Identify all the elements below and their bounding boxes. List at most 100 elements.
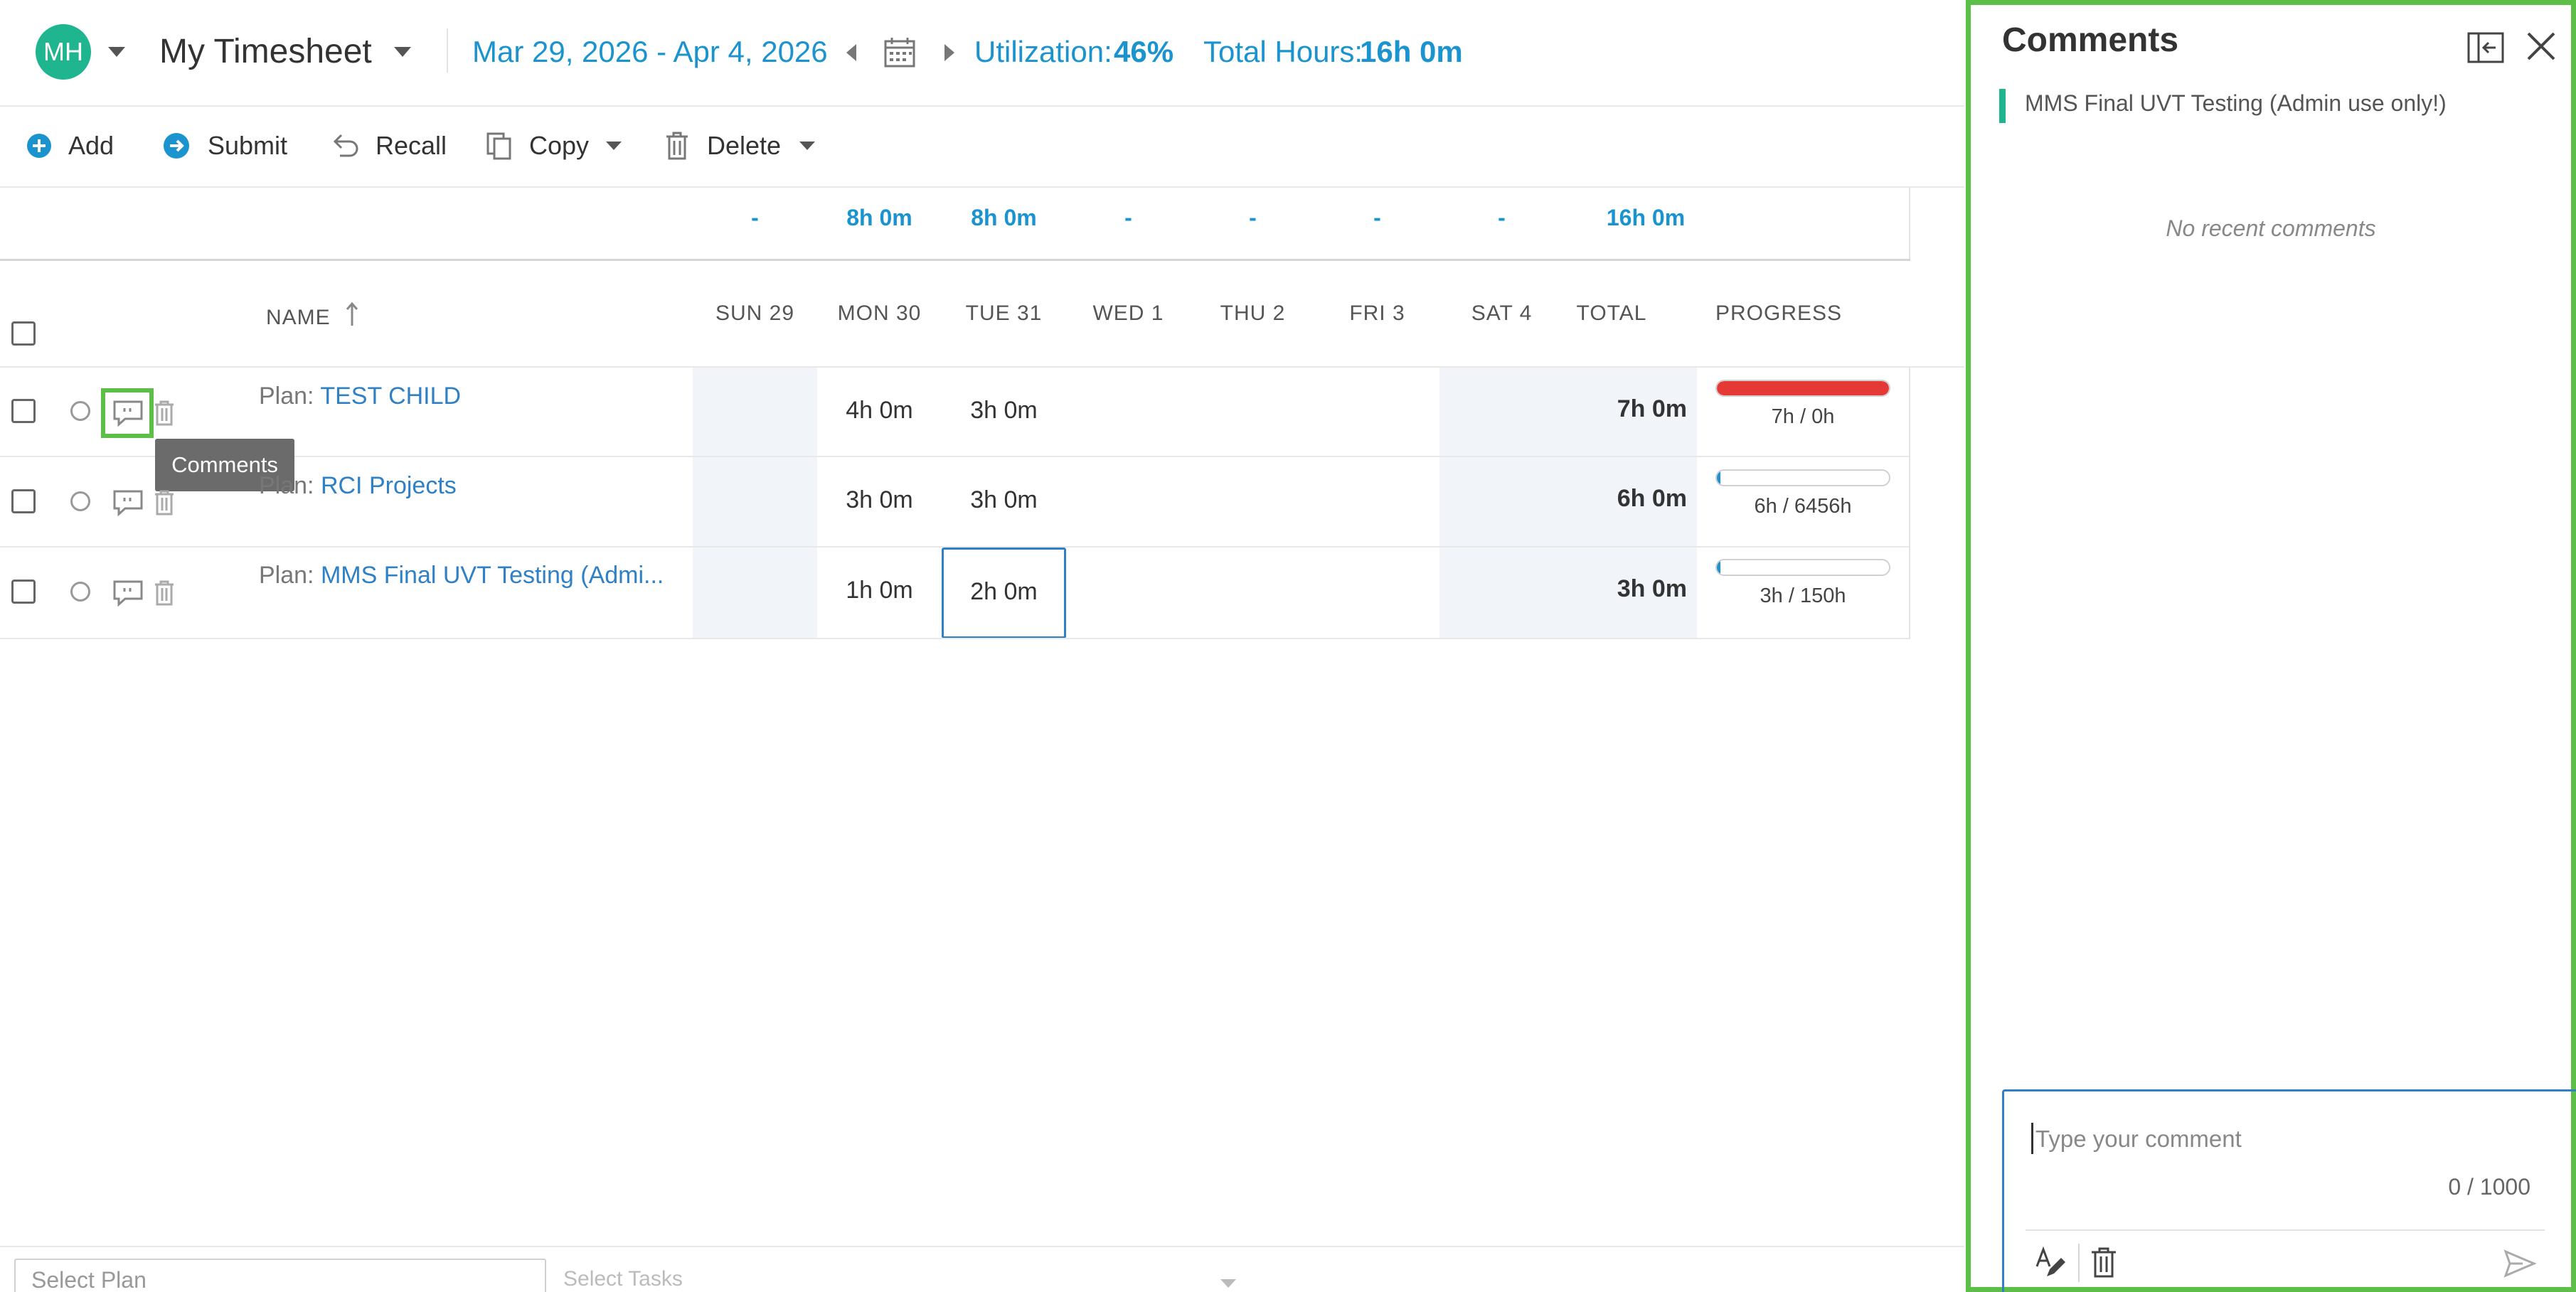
submit-button[interactable]: Submit xyxy=(162,128,287,164)
progress-fill xyxy=(1717,381,1889,395)
collapse-panel-icon[interactable] xyxy=(2467,32,2504,63)
trash-icon[interactable] xyxy=(154,580,175,607)
time-cell-mon[interactable]: 1h 0m xyxy=(817,577,942,604)
row-total: 6h 0m xyxy=(1617,485,1687,512)
comment-input[interactable]: Type your comment xyxy=(2035,1126,2242,1153)
add-button[interactable]: Add xyxy=(26,128,114,164)
delete-caret-icon xyxy=(799,142,816,150)
time-cell-tue[interactable]: 2h 0m xyxy=(942,578,1066,606)
row-total: 3h 0m xyxy=(1617,575,1687,602)
day-total-thu: - xyxy=(1249,205,1257,230)
trash-icon[interactable] xyxy=(154,400,175,427)
trash-icon xyxy=(666,132,688,160)
comments-panel: Comments MMS Final UVT Testing (Admin us… xyxy=(1966,0,2576,1292)
column-header-fri: FRI 3 xyxy=(1349,301,1405,325)
delete-button[interactable]: Delete xyxy=(664,128,816,164)
recall-button[interactable]: Recall xyxy=(331,128,447,164)
day-total-mon: 8h 0m xyxy=(846,205,912,230)
text-cursor xyxy=(2031,1123,2033,1154)
row-status-radio[interactable] xyxy=(70,491,90,511)
time-cell-tue[interactable]: 3h 0m xyxy=(942,397,1066,425)
arrow-circle-icon xyxy=(164,133,189,159)
add-label: Add xyxy=(68,131,115,160)
time-cell-tue[interactable]: 3h 0m xyxy=(942,486,1066,514)
submit-label: Submit xyxy=(208,131,288,160)
day-total-fri: - xyxy=(1373,205,1381,230)
progress-bar xyxy=(1715,469,1890,486)
column-header-name[interactable]: NAME xyxy=(266,301,358,330)
avatar-caret-icon[interactable] xyxy=(107,46,127,58)
avatar-initials: MH xyxy=(43,37,83,66)
header-divider xyxy=(447,28,448,73)
total-hours-label: Total Hours: xyxy=(1203,35,1363,68)
plan-link[interactable]: TEST CHILD xyxy=(320,383,461,410)
row-status-radio[interactable] xyxy=(70,582,90,602)
next-week-icon[interactable] xyxy=(943,43,956,63)
column-header-thu: THU 2 xyxy=(1220,301,1286,325)
text-format-icon[interactable] xyxy=(2034,1246,2067,1279)
previous-week-icon[interactable] xyxy=(845,43,858,63)
plus-circle-icon xyxy=(27,134,51,158)
close-icon[interactable] xyxy=(2526,31,2557,62)
comment-box: Type your comment 0 / 1000 xyxy=(2002,1089,2576,1292)
send-icon[interactable] xyxy=(2503,1249,2536,1278)
page-title[interactable]: My Timesheet xyxy=(159,27,372,77)
utilization-label: Utilization: xyxy=(974,35,1112,68)
trash-icon[interactable] xyxy=(154,489,175,516)
row-status-radio[interactable] xyxy=(70,401,90,421)
select-tasks-input[interactable]: Select Tasks xyxy=(563,1267,683,1291)
comment-icon[interactable] xyxy=(112,489,144,516)
column-header-mon: MON 30 xyxy=(837,301,922,325)
toolbar-separator xyxy=(2078,1244,2080,1282)
column-header-sat: SAT 4 xyxy=(1471,301,1533,325)
table-right-border xyxy=(1909,368,1910,639)
no-comments-message: No recent comments xyxy=(2166,215,2376,241)
copy-button[interactable]: Copy xyxy=(485,128,623,164)
sort-ascending-icon[interactable] xyxy=(346,301,358,327)
select-all-checkbox[interactable] xyxy=(11,321,36,346)
trash-icon[interactable] xyxy=(2090,1246,2118,1279)
progress-fill xyxy=(1717,471,1720,485)
row-checkbox[interactable] xyxy=(11,489,36,513)
column-header-total: TOTAL xyxy=(1576,301,1647,325)
progress-bar xyxy=(1715,380,1890,397)
plan-link[interactable]: MMS Final UVT Testing (Admi... xyxy=(321,562,664,589)
row-checkbox[interactable] xyxy=(11,580,36,604)
column-header-wed: WED 1 xyxy=(1092,301,1164,325)
undo-icon xyxy=(333,134,358,157)
plan-name[interactable]: Plan: TEST CHILD xyxy=(259,383,461,410)
row-checkbox[interactable] xyxy=(11,399,36,423)
character-counter: 0 / 1000 xyxy=(2448,1174,2530,1200)
plan-name[interactable]: Plan: MMS Final UVT Testing (Admi... xyxy=(259,562,664,589)
title-caret-icon[interactable] xyxy=(393,46,413,58)
time-cell-mon[interactable]: 4h 0m xyxy=(817,397,942,425)
progress-bar xyxy=(1715,559,1890,576)
footer-divider-line xyxy=(0,1246,1964,1247)
comment-icon[interactable] xyxy=(112,400,144,427)
select-plan-input[interactable]: Select Plan xyxy=(14,1259,546,1292)
plan-name[interactable]: Plan: RCI Projects xyxy=(259,472,457,500)
comment-icon[interactable] xyxy=(112,580,144,607)
delete-label: Delete xyxy=(707,131,782,160)
row-total: 7h 0m xyxy=(1617,395,1687,422)
column-header-tue: TUE 31 xyxy=(965,301,1043,325)
time-cell-mon[interactable]: 3h 0m xyxy=(817,486,942,514)
date-range[interactable]: Mar 29, 2026 - Apr 4, 2026 xyxy=(472,27,828,77)
app-root: MH My Timesheet Mar 29, 2026 - Apr 4, 20… xyxy=(0,0,2576,1292)
day-total-week: 16h 0m xyxy=(1606,205,1686,230)
day-total-tue: 8h 0m xyxy=(971,205,1037,230)
sunday-column-shade xyxy=(693,368,817,639)
header-divider-line xyxy=(0,105,1964,107)
progress-text: 3h / 150h xyxy=(1760,584,1846,607)
timesheet-main: MH My Timesheet Mar 29, 2026 - Apr 4, 20… xyxy=(0,0,1964,1292)
select-tasks-caret-icon[interactable] xyxy=(1219,1278,1238,1289)
comment-box-divider xyxy=(2026,1229,2545,1231)
user-avatar[interactable]: MH xyxy=(36,24,91,80)
progress-text: 6h / 6456h xyxy=(1754,495,1852,518)
utilization-value: 46% xyxy=(1114,35,1174,68)
name-header-label: NAME xyxy=(266,306,331,329)
copy-label: Copy xyxy=(529,131,590,160)
plan-link[interactable]: RCI Projects xyxy=(321,472,457,499)
calendar-icon[interactable] xyxy=(883,37,916,68)
column-header-sun: SUN 29 xyxy=(715,301,795,325)
